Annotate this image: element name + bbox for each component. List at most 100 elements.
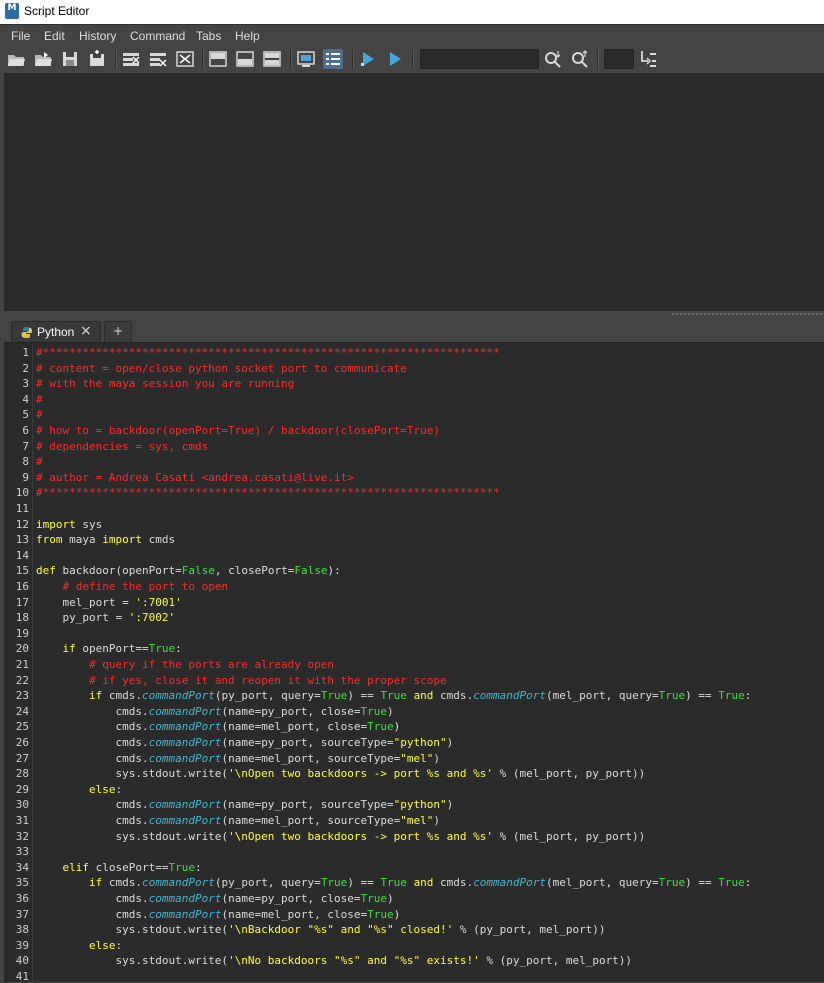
code-token: : bbox=[175, 642, 182, 656]
menu-history[interactable]: History bbox=[79, 29, 116, 43]
line-numbers-icon[interactable] bbox=[323, 49, 343, 69]
code-line: cmds.commandPort(name=py_port, sourceTyp… bbox=[36, 798, 453, 811]
save-script-shelf-icon[interactable] bbox=[87, 49, 107, 69]
line-number: 30 bbox=[15, 798, 29, 812]
maya-app-icon: M bbox=[5, 3, 19, 19]
line-number: 19 bbox=[15, 626, 29, 640]
line-number: 2 bbox=[22, 361, 29, 375]
show-history-icon[interactable] bbox=[208, 49, 228, 69]
script-input-editor[interactable]: 1 2 3 4 5 6 7 8 9 10 11 12 13 14 15 16 17 18 19 20 21 22 23 24 2… bbox=[4, 342, 824, 983]
execute-selected-icon[interactable] bbox=[385, 49, 405, 69]
save-script-icon[interactable] bbox=[60, 49, 80, 69]
code-token: backdoor(openPort= bbox=[55, 564, 182, 578]
menu-edit[interactable]: Edit bbox=[44, 29, 65, 43]
code-line: # dependencies = sys, cmds bbox=[36, 440, 208, 453]
search-input[interactable] bbox=[420, 49, 539, 69]
search-down-icon[interactable] bbox=[543, 49, 563, 69]
code-token: "python" bbox=[393, 798, 447, 812]
clear-history-icon[interactable] bbox=[121, 49, 141, 69]
toolbar-separator bbox=[597, 49, 599, 69]
code-token: # bbox=[36, 392, 43, 406]
code-line: sys.stdout.write('\nOpen two backdoors -… bbox=[36, 767, 645, 780]
code-token: # bbox=[36, 408, 43, 422]
menu-command[interactable]: Command bbox=[130, 29, 185, 43]
code-token: commandPort bbox=[148, 798, 222, 812]
goto-line-input[interactable] bbox=[604, 49, 634, 69]
line-number: 25 bbox=[15, 720, 29, 734]
code-token: sys.stdout.write( bbox=[36, 829, 229, 843]
code-token: cmds. bbox=[36, 720, 149, 734]
add-tab-button[interactable]: + bbox=[104, 321, 132, 342]
code-token: (name=py_port, sourceType= bbox=[221, 798, 394, 812]
menu-tabs[interactable]: Tabs bbox=[196, 29, 221, 43]
code-token: commandPort bbox=[141, 876, 215, 890]
search-up-icon[interactable] bbox=[570, 49, 590, 69]
code-token: ':7001' bbox=[135, 595, 182, 609]
line-number: 31 bbox=[15, 814, 29, 827]
line-number: 11 bbox=[15, 502, 29, 515]
menu-help[interactable]: Help bbox=[235, 29, 260, 43]
goto-line-icon[interactable] bbox=[638, 49, 658, 69]
clear-input-icon[interactable] bbox=[148, 49, 168, 69]
code-token: ) bbox=[387, 892, 394, 905]
line-number: 35 bbox=[15, 876, 29, 890]
code-token: True bbox=[718, 876, 745, 890]
toolbar-separator bbox=[412, 49, 414, 69]
code-token: if bbox=[88, 689, 103, 703]
code-token: if bbox=[88, 876, 103, 890]
code-token: sys.stdout.write( bbox=[36, 767, 229, 781]
show-both-icon[interactable] bbox=[262, 49, 282, 69]
code-line: # how to = backdoor(openPort=True) / bac… bbox=[36, 424, 440, 437]
code-area[interactable]: #***************************************… bbox=[36, 343, 822, 982]
code-token: True bbox=[367, 720, 394, 734]
line-number: 3 bbox=[22, 377, 29, 391]
line-number: 14 bbox=[15, 548, 29, 562]
code-token: ) bbox=[387, 704, 394, 718]
splitter-grip[interactable] bbox=[672, 313, 822, 317]
code-token: # author = Andrea Casati <andrea.casati@… bbox=[36, 470, 354, 484]
code-token: (name=mel_port, sourceType= bbox=[221, 751, 401, 765]
code-token: (py_port, query= bbox=[214, 689, 321, 703]
code-token: ) == bbox=[685, 876, 719, 890]
tab-python[interactable]: Python × bbox=[11, 321, 101, 343]
close-tab-icon[interactable]: × bbox=[80, 323, 92, 339]
code-token: cmds. bbox=[36, 798, 149, 812]
line-number: 39 bbox=[15, 938, 29, 952]
pane-splitter[interactable] bbox=[0, 311, 824, 320]
line-number: 4 bbox=[22, 392, 29, 406]
line-number: 20 bbox=[15, 642, 29, 656]
tab-label: Python bbox=[37, 325, 75, 339]
code-token: ) == bbox=[347, 876, 381, 890]
code-line: mel_port = ':7001' bbox=[36, 595, 182, 609]
execute-all-icon[interactable] bbox=[358, 49, 378, 69]
code-token: (name=py_port, close= bbox=[221, 704, 361, 718]
code-token: and bbox=[413, 876, 434, 890]
code-line: sys.stdout.write('\nNo backdoors "%s" an… bbox=[36, 954, 632, 967]
open-script-icon[interactable] bbox=[6, 49, 26, 69]
code-token: commandPort bbox=[148, 892, 222, 905]
code-token: sys.stdout.write( bbox=[36, 923, 229, 937]
line-number: 33 bbox=[15, 845, 29, 859]
menu-file[interactable]: File bbox=[11, 29, 30, 43]
echo-all-commands-icon[interactable] bbox=[296, 49, 316, 69]
code-line: #***************************************… bbox=[36, 486, 500, 499]
show-input-icon[interactable] bbox=[235, 49, 255, 69]
clear-all-icon[interactable] bbox=[175, 49, 195, 69]
code-token: py_port = bbox=[36, 611, 129, 625]
history-output-pane[interactable] bbox=[4, 73, 824, 311]
code-token: True bbox=[380, 689, 407, 703]
code-line: # bbox=[36, 455, 43, 468]
code-token: cmds. bbox=[102, 689, 142, 703]
toolbar-separator bbox=[115, 49, 117, 69]
source-script-icon[interactable] bbox=[33, 49, 53, 69]
line-number: 29 bbox=[15, 782, 29, 796]
code-token: % (py_port, mel_port)) bbox=[479, 954, 633, 968]
code-line: cmds.commandPort(name=mel_port, close=Tr… bbox=[36, 720, 400, 733]
code-token: commandPort bbox=[473, 876, 547, 890]
toolbar-separator bbox=[202, 49, 204, 69]
